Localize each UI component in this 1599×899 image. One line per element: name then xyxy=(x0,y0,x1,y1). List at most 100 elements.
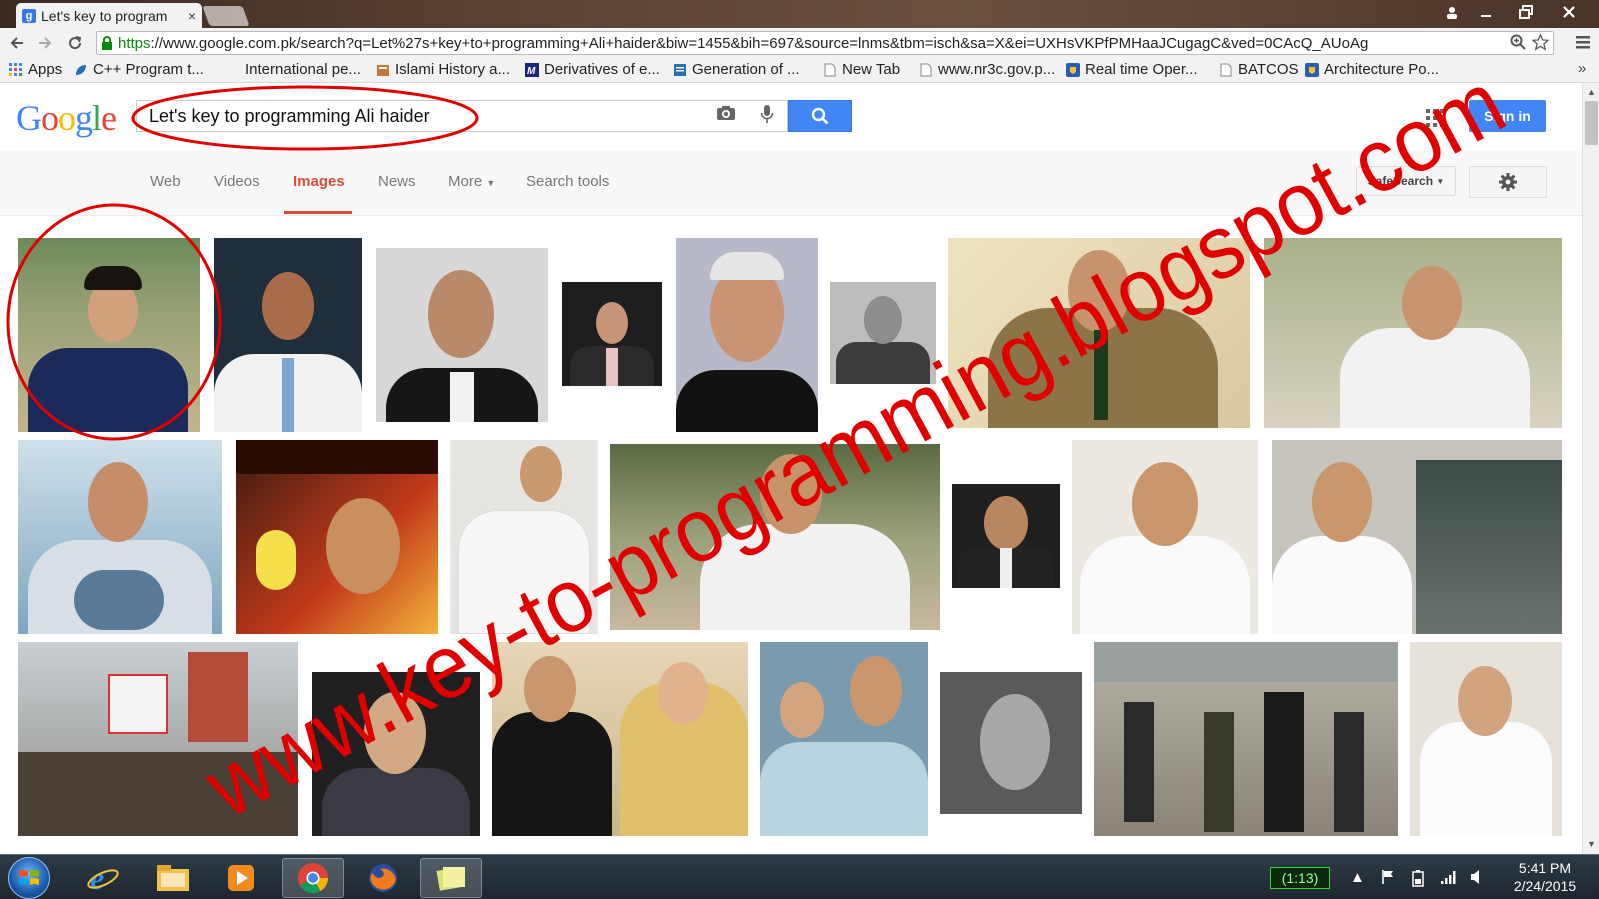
google-apps-icon[interactable] xyxy=(1426,109,1444,127)
clock-time: 5:41 PM xyxy=(1518,860,1572,876)
google-favicon-icon: g xyxy=(22,8,36,23)
bookmarks-overflow-icon[interactable]: » xyxy=(1578,60,1586,77)
taskbar-explorer[interactable] xyxy=(142,858,204,898)
show-hidden-icons-icon[interactable]: ▲ xyxy=(1350,869,1365,886)
scroll-up-arrow-icon[interactable]: ▲ xyxy=(1587,87,1596,97)
result-image[interactable] xyxy=(1264,238,1562,428)
screen: g Let's key to program × https://www.go… xyxy=(0,0,1599,899)
zoom-icon[interactable] xyxy=(1510,34,1526,56)
bookmark-international[interactable]: International pe... xyxy=(245,61,361,78)
restore-icon[interactable] xyxy=(1506,0,1546,24)
bookmark-architecture[interactable]: Architecture Po... xyxy=(1304,61,1439,78)
search-icon xyxy=(811,107,829,125)
result-image[interactable] xyxy=(492,642,748,836)
result-image[interactable] xyxy=(1072,440,1258,634)
volume-icon[interactable] xyxy=(1470,869,1482,889)
start-button[interactable] xyxy=(8,857,50,899)
tab-more[interactable]: More ▼ xyxy=(448,173,495,190)
close-window-icon[interactable] xyxy=(1546,0,1592,24)
camera-icon[interactable] xyxy=(716,105,736,126)
microphone-icon[interactable] xyxy=(760,104,774,129)
result-image[interactable] xyxy=(952,484,1060,588)
result-image[interactable] xyxy=(18,238,200,432)
result-image[interactable] xyxy=(376,248,548,422)
internet-explorer-icon: e xyxy=(87,861,119,895)
result-image[interactable] xyxy=(676,238,818,432)
result-image[interactable] xyxy=(18,642,298,836)
page-icon xyxy=(918,62,933,77)
forward-arrow-icon[interactable] xyxy=(34,32,56,54)
bookmark-derivatives[interactable]: M Derivatives of e... xyxy=(524,61,660,78)
result-image[interactable] xyxy=(236,440,438,634)
system-clock[interactable]: 5:41 PM 2/24/2015 xyxy=(1500,859,1590,895)
google-logo[interactable]: Google xyxy=(16,97,117,139)
action-center-flag-icon[interactable] xyxy=(1380,869,1396,889)
result-image[interactable] xyxy=(450,440,598,634)
result-image[interactable] xyxy=(948,238,1250,428)
battery-indicator[interactable]: (1:13) xyxy=(1270,867,1330,889)
tab-web[interactable]: Web xyxy=(150,173,181,190)
tab-close-icon[interactable]: × xyxy=(188,8,196,24)
search-button[interactable] xyxy=(788,100,852,132)
lock-icon xyxy=(101,36,115,50)
search-tools-button[interactable]: Search tools xyxy=(526,173,609,190)
result-image[interactable] xyxy=(830,282,936,384)
taskbar-media-player[interactable] xyxy=(210,858,272,898)
taskbar-chrome[interactable] xyxy=(282,858,344,898)
m-icon: M xyxy=(524,62,539,77)
reload-icon[interactable] xyxy=(64,32,86,54)
search-input[interactable] xyxy=(149,106,709,127)
address-bar[interactable]: https ://www.google.com.pk/search?q=Let%… xyxy=(96,31,1554,55)
menu-hamburger-icon[interactable] xyxy=(1576,33,1590,54)
page-scrollbar[interactable]: ▲ ▼ xyxy=(1582,83,1599,854)
page-icon xyxy=(1218,62,1233,77)
bookmark-cpp[interactable]: C++ Program t... xyxy=(73,61,204,78)
tab-news[interactable]: News xyxy=(378,173,416,190)
bookmark-generation[interactable]: Generation of ... xyxy=(672,61,800,78)
leaf-icon xyxy=(73,62,88,77)
result-image[interactable] xyxy=(610,444,940,630)
bookmark-nr3c[interactable]: www.nr3c.gov.p... xyxy=(918,61,1055,78)
search-box[interactable] xyxy=(136,100,788,132)
active-tab-indicator xyxy=(284,211,352,214)
bookmark-new-tab[interactable]: New Tab xyxy=(822,61,900,78)
battery-icon[interactable] xyxy=(1412,869,1424,891)
page-icon xyxy=(822,62,837,77)
bookmark-islami-history[interactable]: Islami History a... xyxy=(375,61,510,78)
media-player-icon xyxy=(228,865,254,891)
windows-taskbar: e (1:13) ▲ 5:41 PM 2/24/2015 xyxy=(0,854,1599,899)
result-image[interactable] xyxy=(18,440,222,634)
taskbar-firefox[interactable] xyxy=(352,858,414,898)
result-image[interactable] xyxy=(1094,642,1398,836)
image-results-grid xyxy=(0,216,1582,854)
safesearch-button[interactable]: SafeSearch ▼ xyxy=(1356,166,1456,196)
user-profile-icon[interactable] xyxy=(1440,0,1464,24)
taskbar-ie[interactable]: e xyxy=(72,858,134,898)
tab-images[interactable]: Images xyxy=(293,173,345,190)
back-arrow-icon[interactable] xyxy=(6,32,28,54)
new-tab-button[interactable] xyxy=(202,6,250,26)
result-image[interactable] xyxy=(1272,440,1562,634)
scroll-thumb[interactable] xyxy=(1585,101,1598,145)
result-image[interactable] xyxy=(214,238,362,432)
result-image[interactable] xyxy=(562,282,662,386)
result-image[interactable] xyxy=(1410,642,1562,836)
network-signal-icon[interactable] xyxy=(1440,869,1458,889)
bookmark-apps[interactable]: Apps xyxy=(8,61,62,78)
tab-title: Let's key to program xyxy=(41,7,168,24)
url-scheme: https xyxy=(118,34,151,52)
scroll-down-arrow-icon[interactable]: ▼ xyxy=(1587,839,1596,849)
browser-tab[interactable]: g Let's key to program × xyxy=(16,3,202,28)
sign-in-button[interactable]: Sign in xyxy=(1469,100,1546,132)
result-image[interactable] xyxy=(312,672,480,836)
taskbar-sticky-notes[interactable] xyxy=(420,858,482,898)
settings-gear-icon[interactable] xyxy=(1469,166,1547,198)
bookmark-star-icon[interactable] xyxy=(1531,33,1550,56)
bookmark-real-time[interactable]: Real time Oper... xyxy=(1065,61,1198,78)
result-image[interactable] xyxy=(940,672,1082,814)
minimize-icon[interactable] xyxy=(1466,0,1506,24)
result-image[interactable] xyxy=(760,642,928,836)
bookmark-batcos[interactable]: BATCOS xyxy=(1218,61,1299,78)
tab-videos[interactable]: Videos xyxy=(214,173,260,190)
url-text: ://www.google.com.pk/search?q=Let%27s+ke… xyxy=(150,34,1369,52)
